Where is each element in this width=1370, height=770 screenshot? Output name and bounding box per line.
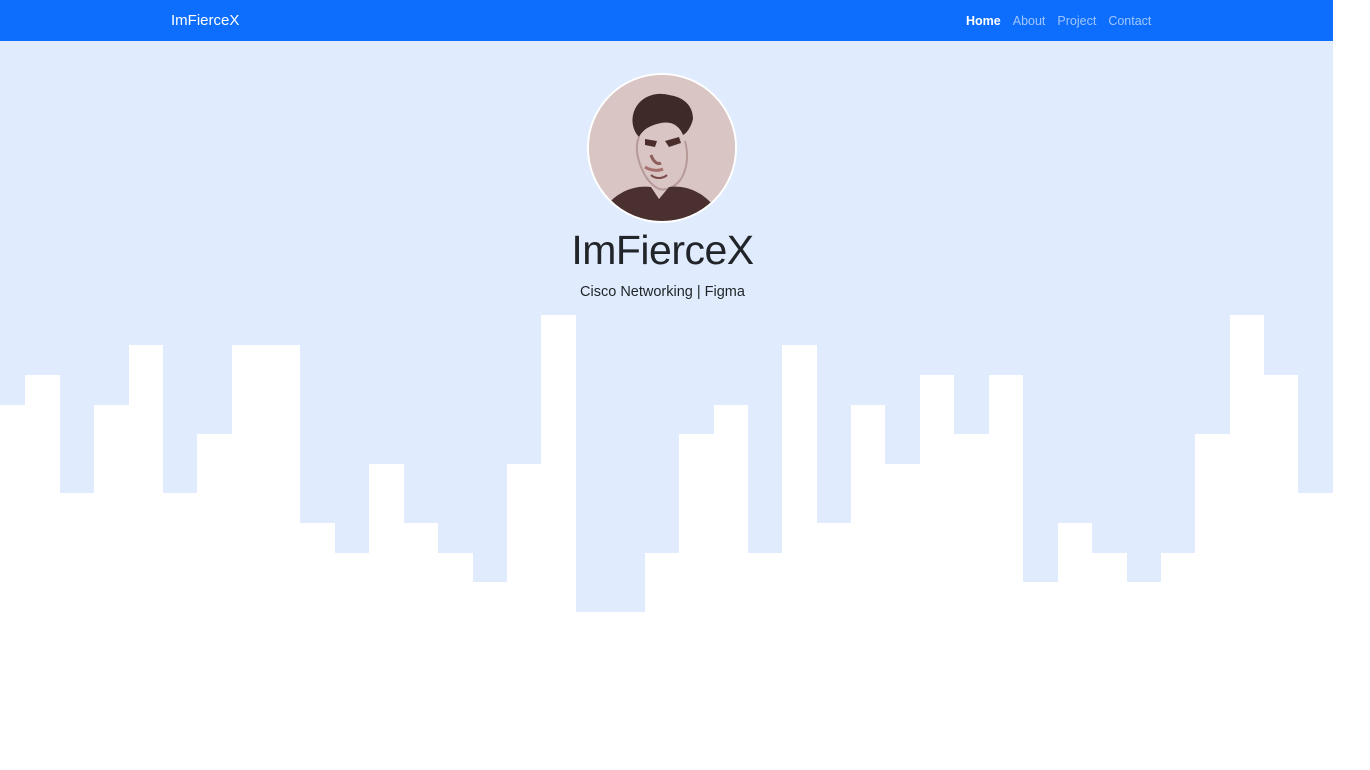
hero-subtitle: Cisco Networking | Figma <box>580 284 745 300</box>
navbar: ImFierceX Home About Project Contact <box>0 0 1333 41</box>
hero-title: ImFierceX <box>571 227 754 273</box>
page: ImFierceX Home About Project Contact ImF… <box>0 0 1370 770</box>
nav-project-link[interactable]: Project <box>1051 11 1102 31</box>
nav-about-link[interactable]: About <box>1007 11 1052 31</box>
hero-section: ImFierceX Cisco Networking | Figma <box>0 41 1333 644</box>
profile-photo <box>589 75 735 221</box>
nav-home-link[interactable]: Home <box>960 11 1007 31</box>
brand-link[interactable]: ImFierceX <box>171 11 239 31</box>
nav-contact-link[interactable]: Contact <box>1102 11 1157 31</box>
nav-links: Home About Project Contact <box>960 11 1157 31</box>
profile-avatar <box>587 73 737 223</box>
